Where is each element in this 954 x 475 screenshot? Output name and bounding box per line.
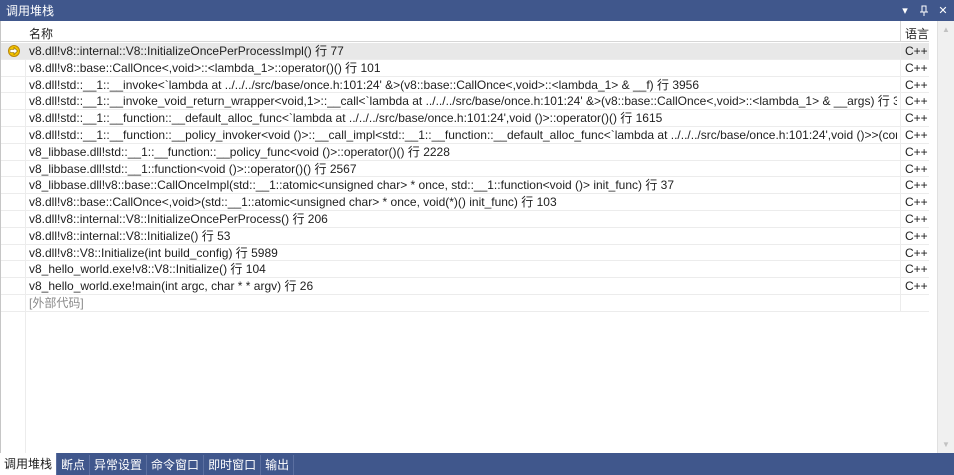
frame-name: v8.dll!v8::V8::Initialize(int build_conf… (29, 245, 278, 260)
frame-name: v8_libbase.dll!std::__1::__function::__p… (29, 144, 450, 159)
stack-frame-row[interactable]: v8.dll!v8::base::CallOnce<,void>::<lambd… (1, 59, 929, 77)
frame-name: v8.dll!v8::internal::V8::Initialize() 行 … (29, 228, 231, 243)
stack-frame-row[interactable]: v8.dll!std::__1::__function::__policy_in… (1, 126, 929, 144)
frame-name: v8_hello_world.exe!main(int argc, char *… (29, 279, 314, 294)
external-code-row[interactable]: [外部代码] (1, 294, 929, 312)
pin-icon[interactable] (916, 3, 932, 19)
frame-name: v8_libbase.dll!v8::base::CallOnceImpl(st… (29, 178, 675, 193)
row-column-separator (900, 43, 901, 59)
frame-language: C++ (905, 161, 928, 176)
frame-name: v8.dll!std::__1::__function::__policy_in… (29, 127, 897, 142)
stack-frame-row[interactable]: v8.dll!v8::internal::V8::InitializeOnceP… (1, 43, 929, 60)
call-stack-list: v8.dll!v8::internal::V8::InitializeOnceP… (1, 43, 929, 312)
stack-frame-row[interactable]: v8.dll!v8::internal::V8::InitializeOnceP… (1, 210, 929, 228)
row-column-separator (900, 177, 901, 194)
frame-language: C++ (905, 94, 928, 109)
row-column-separator (900, 261, 901, 278)
tab-1[interactable]: 调用堆栈 (0, 453, 58, 475)
row-column-separator (900, 110, 901, 126)
call-stack-panel: 名称 语言 v8.dll!v8::internal::V8::Initializ… (0, 21, 954, 453)
frame-name: v8_hello_world.exe!v8::V8::Initialize() … (29, 262, 266, 277)
dropdown-icon[interactable]: ▾ (897, 3, 913, 19)
frame-language: C++ (905, 44, 928, 58)
tool-window-tabs: 调用堆栈 断点 异常设置 命令窗口 即时窗口 输出 (0, 453, 954, 475)
column-header-language[interactable]: 语言 (905, 25, 929, 42)
row-column-separator (900, 278, 901, 294)
row-column-separator (900, 194, 901, 210)
frame-language: C++ (905, 195, 928, 210)
stack-frame-row[interactable]: v8.dll!std::__1::__invoke<`lambda at ../… (1, 76, 929, 94)
row-column-separator (900, 227, 901, 244)
tab-4[interactable]: 命令窗口 (147, 455, 205, 475)
frame-name: v8.dll!v8::base::CallOnce<,void>(std::__… (29, 195, 557, 210)
frame-name: v8_libbase.dll!std::__1::function<void (… (29, 161, 357, 176)
column-separator[interactable] (900, 21, 901, 42)
stack-frame-row[interactable]: v8.dll!std::__1::__function::__default_a… (1, 110, 929, 127)
vertical-scrollbar[interactable]: ▲ ▼ (937, 21, 954, 453)
row-column-separator (900, 160, 901, 177)
tab-2[interactable]: 断点 (57, 455, 91, 475)
stack-frame-row[interactable]: v8.dll!v8::base::CallOnce<,void>(std::__… (1, 194, 929, 211)
frame-language: C++ (905, 228, 928, 243)
scroll-up-icon[interactable]: ▲ (938, 21, 954, 38)
column-header: 名称 语言 (1, 21, 929, 42)
stack-frame-row[interactable]: v8_hello_world.exe!main(int argc, char *… (1, 278, 929, 295)
stack-frame-row[interactable]: v8.dll!std::__1::__invoke_void_return_wr… (1, 93, 929, 111)
frame-name: [外部代码] (29, 295, 84, 310)
frame-language: C++ (905, 60, 928, 75)
stack-frame-row[interactable]: v8.dll!v8::internal::V8::Initialize() 行 … (1, 227, 929, 245)
tab-3[interactable]: 异常设置 (90, 455, 148, 475)
scroll-down-icon[interactable]: ▼ (938, 436, 954, 453)
frame-name: v8.dll!v8::base::CallOnce<,void>::<lambd… (29, 60, 381, 75)
current-frame-arrow-icon (8, 45, 20, 57)
frame-language: C++ (905, 279, 928, 294)
row-column-separator (900, 244, 901, 261)
stack-frame-row[interactable]: v8.dll!v8::V8::Initialize(int build_conf… (1, 244, 929, 262)
frame-language: C++ (905, 77, 928, 92)
frame-language: C++ (905, 178, 928, 193)
frame-name: v8.dll!std::__1::__invoke_void_return_wr… (29, 94, 897, 109)
tab-5[interactable]: 即时窗口 (204, 455, 262, 475)
row-column-separator (900, 126, 901, 143)
row-column-separator (900, 76, 901, 93)
tab-6[interactable]: 输出 (261, 455, 295, 475)
frame-name: v8.dll!v8::internal::V8::InitializeOnceP… (29, 211, 328, 226)
stack-frame-row[interactable]: v8_libbase.dll!std::__1::function<void (… (1, 160, 929, 178)
row-column-separator (900, 294, 901, 311)
frame-language: C++ (905, 127, 928, 142)
frame-name: v8.dll!std::__1::__invoke<`lambda at ../… (29, 77, 700, 92)
frame-language: C++ (905, 211, 928, 226)
stack-frame-row[interactable]: v8_libbase.dll!std::__1::__function::__p… (1, 143, 929, 161)
frame-name: v8.dll!v8::internal::V8::InitializeOnceP… (29, 44, 344, 58)
row-column-separator (900, 59, 901, 76)
row-column-separator (900, 210, 901, 227)
row-column-separator (900, 93, 901, 110)
frame-name: v8.dll!std::__1::__function::__default_a… (29, 111, 663, 126)
stack-frame-row[interactable]: v8_libbase.dll!v8::base::CallOnceImpl(st… (1, 177, 929, 195)
close-icon[interactable]: ✕ (935, 3, 951, 19)
frame-language: C++ (905, 144, 928, 159)
column-header-name[interactable]: 名称 (29, 25, 53, 42)
frame-language: C++ (905, 111, 928, 126)
window-title-bar: 调用堆栈 ▾ ✕ (0, 0, 954, 21)
window-title: 调用堆栈 (6, 4, 55, 18)
frame-language: C++ (905, 245, 928, 260)
row-column-separator (900, 143, 901, 160)
frame-language: C++ (905, 262, 928, 277)
stack-frame-row[interactable]: v8_hello_world.exe!v8::V8::Initialize() … (1, 261, 929, 279)
